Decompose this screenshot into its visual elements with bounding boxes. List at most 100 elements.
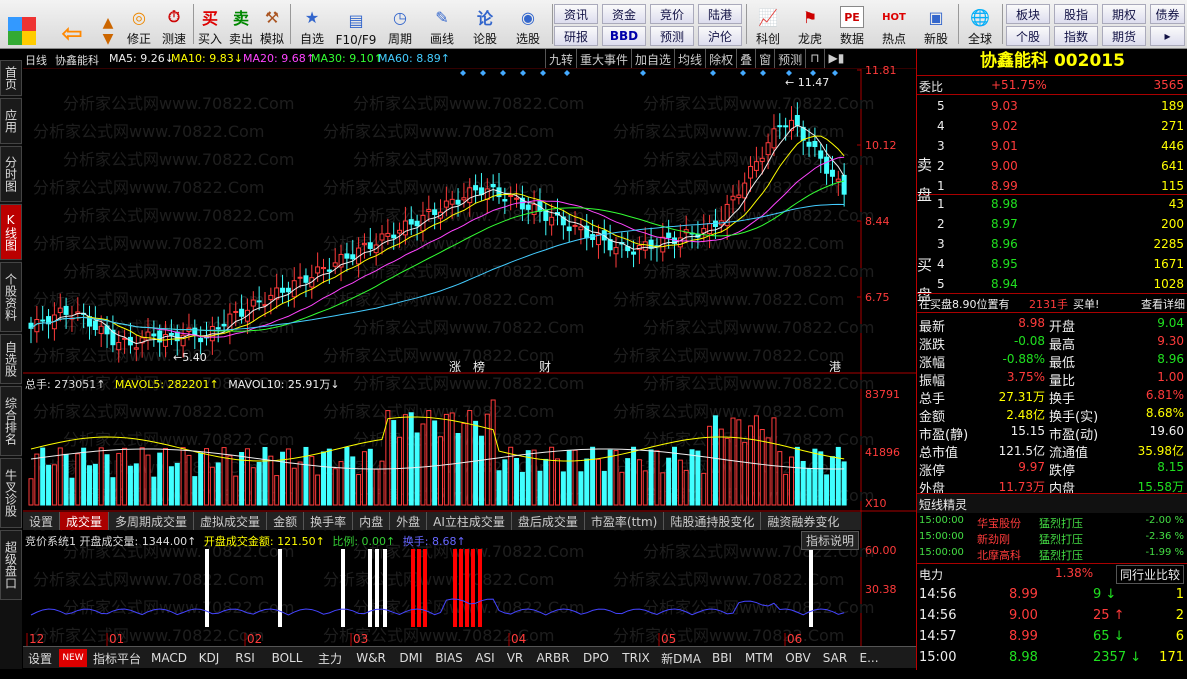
btab-main[interactable]: 主力 <box>313 649 347 667</box>
back-button[interactable]: ⇦ <box>52 2 92 49</box>
tab-pe-ttm[interactable]: 市盈率(ttm) <box>585 512 665 530</box>
btab-platform[interactable]: 指标平台 <box>89 649 145 667</box>
tick-row[interactable]: 14:56 9.00 25 ↑ 2 <box>917 606 1187 626</box>
btab-kdj[interactable]: KDJ <box>193 649 225 667</box>
buy-button[interactable]: 买买入 <box>195 2 225 47</box>
side-tab-apps[interactable]: 应用 <box>0 98 22 144</box>
forecast-button[interactable]: 预测 <box>650 26 694 46</box>
buy-level-row[interactable]: 1 8.98 43 <box>917 195 1187 215</box>
btab-macd[interactable]: MACD <box>149 649 189 667</box>
stock-index-button[interactable]: 股指 <box>1054 4 1098 24</box>
favorites-button[interactable]: ★ 自选 <box>293 2 331 47</box>
simulate-button[interactable]: ⚒ 模拟 <box>257 2 287 47</box>
stat-row[interactable]: 涨停 9.97 跌停 8.15 <box>917 458 1187 479</box>
stat-row[interactable]: 总手 27.31万 换手 6.81% <box>917 386 1187 407</box>
index-button[interactable]: 指数 <box>1054 26 1098 46</box>
news-button[interactable]: 资讯 <box>554 4 598 24</box>
side-tab-favorites[interactable]: 自选股 <box>0 334 22 384</box>
spirit-row[interactable]: 15:00:00 北摩高科 猛烈打压 -1.99 % <box>917 545 1187 565</box>
bonds-button[interactable]: 债券 <box>1150 4 1185 24</box>
lugang-button[interactable]: 陆港 <box>698 4 742 24</box>
tab-outer[interactable]: 外盘 <box>390 512 428 530</box>
btab-boll[interactable]: BOLL <box>265 649 309 667</box>
btab-dpo[interactable]: DPO <box>579 649 613 667</box>
side-tab-home[interactable]: 首页 <box>0 60 22 96</box>
tab-volume[interactable]: 成交量 <box>60 512 110 530</box>
compare-button[interactable]: 同行业比较 <box>1115 565 1184 584</box>
btab-arbr[interactable]: ARBR <box>531 649 575 667</box>
stat-row[interactable]: 市盈(静) 15.15 市盈(动) 19.60 <box>917 422 1187 443</box>
indicator-explain-button[interactable]: 指标说明 <box>801 531 860 550</box>
side-tab-timeshare[interactable]: 分时图 <box>0 146 22 202</box>
hulun-button[interactable]: 沪伦 <box>698 26 742 46</box>
tab-virtual-volume[interactable]: 虚拟成交量 <box>194 512 268 530</box>
btab-wr[interactable]: W&R <box>351 649 391 667</box>
buy-level-row[interactable]: 4 8.95 1671 <box>917 255 1187 275</box>
hotspot-button[interactable]: HOT 热点 <box>874 2 914 47</box>
buy-level-row[interactable]: 2 8.97 200 <box>917 215 1187 235</box>
dragon-tiger-button[interactable]: ⚑ 龙虎 <box>790 2 830 47</box>
stat-row[interactable]: 涨跌 -0.08 最高 9.30 <box>917 332 1187 353</box>
btab-rsi[interactable]: RSI <box>229 649 261 667</box>
sell-level-row[interactable]: 2 9.00 641 <box>917 157 1187 177</box>
tab-settings[interactable]: 设置 <box>23 512 61 530</box>
side-tab-level2[interactable]: 超级盘口 <box>0 530 22 600</box>
btab-settings[interactable]: 设置 <box>25 649 55 667</box>
sell-level-row[interactable]: 5 9.03 189 <box>917 97 1187 117</box>
tab-after-hours[interactable]: 盘后成交量 <box>512 512 585 530</box>
discuss-button[interactable]: 论论股 <box>466 2 504 47</box>
star-market-button[interactable]: 📈 科创 <box>748 2 788 47</box>
btab-mtm[interactable]: MTM <box>741 649 777 667</box>
btab-dmi[interactable]: DMI <box>395 649 427 667</box>
side-tab-profile[interactable]: 个股资料 <box>0 262 22 332</box>
tick-row[interactable]: 14:56 8.99 9 ↓ 1 <box>917 585 1187 605</box>
sector-button[interactable]: 板块 <box>1006 4 1050 24</box>
auction-button[interactable]: 竞价 <box>650 4 694 24</box>
btab-newdma[interactable]: 新DMA <box>659 649 703 667</box>
side-tab-kline[interactable]: K线图 <box>0 204 22 260</box>
tab-amount[interactable]: 金额 <box>267 512 305 530</box>
btab-asi[interactable]: ASI <box>471 649 499 667</box>
futures-button[interactable]: 期货 <box>1102 26 1146 46</box>
speedtest-button[interactable]: ⏱ 测速 <box>157 2 191 47</box>
btab-bbi[interactable]: BBI <box>707 649 737 667</box>
arrow-up-down-icon[interactable]: ▲ ▼ <box>96 2 120 47</box>
btab-bias[interactable]: BIAS <box>431 649 467 667</box>
research-button[interactable]: 研报 <box>554 26 598 46</box>
tab-ai-volume[interactable]: AI立柱成交量 <box>427 512 512 530</box>
side-tab-ranking[interactable]: 综合排名 <box>0 386 22 456</box>
btab-vr[interactable]: VR <box>503 649 527 667</box>
tab-inner[interactable]: 内盘 <box>353 512 391 530</box>
sell-level-row[interactable]: 4 9.02 271 <box>917 117 1187 137</box>
bbd-button[interactable]: BBD <box>602 26 646 46</box>
period-button[interactable]: ◷ 周期 <box>380 2 420 47</box>
sell-level-row[interactable]: 3 9.01 446 <box>917 137 1187 157</box>
view-detail-link[interactable]: 查看详细 <box>1141 296 1185 312</box>
app-logo-icon[interactable] <box>4 2 40 47</box>
funds-button[interactable]: 资金 <box>602 4 646 24</box>
global-button[interactable]: 🌐 全球 <box>960 2 1000 47</box>
tick-row[interactable]: 15:00 8.98 2357 ↓ 171 <box>917 648 1187 668</box>
options-button[interactable]: 期权 <box>1102 4 1146 24</box>
data-button[interactable]: PE 数据 <box>832 2 872 47</box>
new-stock-button[interactable]: ▣ 新股 <box>916 2 956 47</box>
more-button[interactable]: ▸ <box>1150 26 1185 46</box>
stat-row[interactable]: 涨幅 -0.88% 最低 8.96 <box>917 350 1187 371</box>
stat-row[interactable]: 金额 2.48亿 换手(实) 8.68% <box>917 404 1187 425</box>
stat-row[interactable]: 振幅 3.75% 量比 1.00 <box>917 368 1187 389</box>
tab-turnover[interactable]: 换手率 <box>304 512 354 530</box>
buy-level-row[interactable]: 5 8.94 1028 <box>917 275 1187 295</box>
single-stock-button[interactable]: 个股 <box>1006 26 1050 46</box>
tab-multi-volume[interactable]: 多周期成交量 <box>109 512 195 530</box>
stock-select-button[interactable]: ◉ 选股 <box>508 2 548 47</box>
stat-row[interactable]: 总市值 121.5亿 流通值 35.98亿 <box>917 440 1187 461</box>
btab-trix[interactable]: TRIX <box>617 649 655 667</box>
f10-button[interactable]: ▤ F10/F9 <box>334 2 378 48</box>
btab-more[interactable]: E... <box>855 649 883 667</box>
sell-button[interactable]: 卖卖出 <box>226 2 256 47</box>
tab-hk-connect[interactable]: 陆股通持股变化 <box>664 512 762 530</box>
stat-row[interactable]: 最新 8.98 开盘 9.04 <box>917 314 1187 335</box>
tick-row[interactable]: 14:57 8.99 65 ↓ 6 <box>917 627 1187 647</box>
side-tab-diagnosis[interactable]: 牛叉诊股 <box>0 458 22 528</box>
kline-chart[interactable]: 分析家公式网www.70822.Com 分析家公式网www.70822.Com 分析… <box>23 49 916 646</box>
